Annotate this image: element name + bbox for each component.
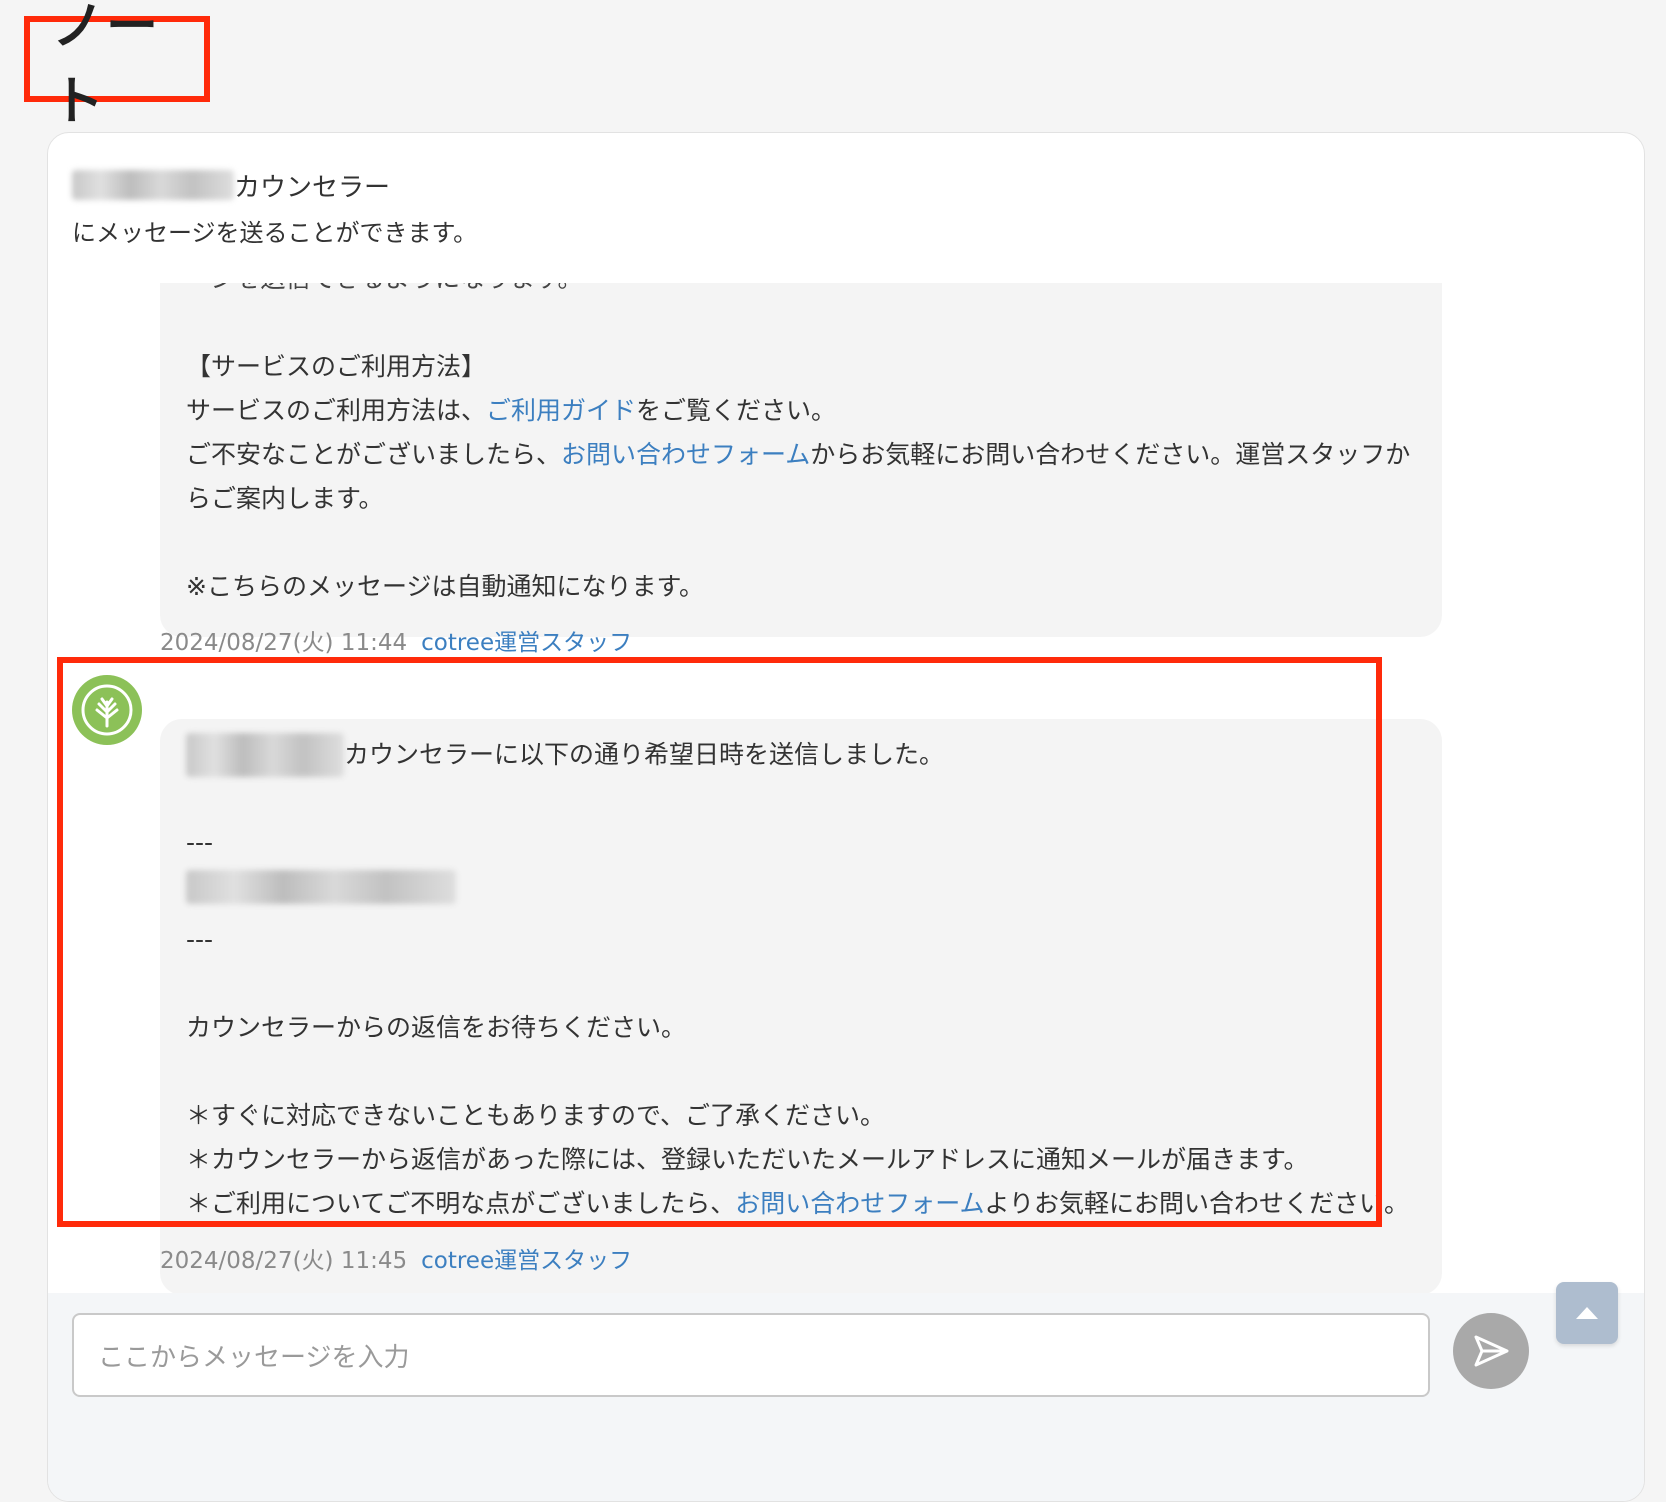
auto-notice: ※こちらのメッセージは自動通知になります。 bbox=[186, 572, 704, 601]
contact-form-link[interactable]: お問い合わせフォーム bbox=[735, 1189, 984, 1218]
header-subtitle: にメッセージを送ることができます。 bbox=[72, 219, 478, 247]
sender-link[interactable]: cotree運営スタッフ bbox=[421, 623, 632, 657]
message-line: ご不安なことがございましたら、お問い合わせフォームからお気軽にお問い合わせくださ… bbox=[186, 440, 1411, 513]
page-title: ノート bbox=[52, 0, 161, 132]
separator: --- bbox=[186, 925, 214, 954]
chat-card: カウンセラー にメッセージを送ることができます。 ージを送信できるようになります… bbox=[47, 132, 1645, 1502]
triangle-up-icon bbox=[1576, 1307, 1598, 1319]
note-line: ＊カウンセラーから返信があった際には、登録いただいたメールアドレスに通知メールが… bbox=[186, 1145, 1309, 1174]
message-bubble: ージを送信できるようになります。 【サービスのご利用方法】 サービスのご利用方法… bbox=[160, 283, 1442, 637]
note-line: ＊すぐに対応できないこともありますので、ご了承ください。 bbox=[186, 1101, 886, 1130]
redacted-name bbox=[72, 170, 234, 200]
note-line: ＊ご利用についてご不明な点がございましたら、お問い合わせフォームよりお気軽にお問… bbox=[186, 1189, 1410, 1218]
timestamp: 2024/08/27(火) 11:45 bbox=[160, 1248, 408, 1274]
send-button[interactable] bbox=[1453, 1313, 1529, 1389]
page: ノート カウンセラー にメッセージを送ることができます。 ージを送信できるように… bbox=[0, 0, 1666, 1502]
redacted-name bbox=[186, 733, 344, 777]
message-line: サービスのご利用方法は、ご利用ガイドをご覧ください。 bbox=[186, 396, 837, 425]
message-line: カウンセラーに以下の通り希望日時を送信しました。 bbox=[186, 733, 1416, 777]
scroll-top-button[interactable] bbox=[1556, 1282, 1618, 1344]
message-input-area: ここからメッセージを入力 bbox=[48, 1293, 1644, 1501]
timestamp: 2024/08/27(火) 11:44 bbox=[160, 630, 408, 656]
message-bubble: カウンセラーに以下の通り希望日時を送信しました。 --- --- カウンセラーか… bbox=[160, 719, 1442, 1295]
page-title-highlight: ノート bbox=[24, 0, 210, 132]
chat-header: カウンセラー にメッセージを送ることができます。 bbox=[72, 163, 477, 248]
separator: --- bbox=[186, 828, 214, 857]
wait-message: カウンセラーからの返信をお待ちください。 bbox=[186, 1013, 687, 1042]
counselor-name: カウンセラー bbox=[72, 163, 477, 207]
redacted-datetime bbox=[186, 865, 1416, 918]
tree-logo-icon bbox=[72, 675, 142, 745]
section-title: 【サービスのご利用方法】 bbox=[186, 352, 487, 381]
contact-form-link[interactable]: お問い合わせフォーム bbox=[561, 440, 810, 469]
usage-guide-link[interactable]: ご利用ガイド bbox=[486, 396, 636, 425]
message-meta: 2024/08/27(火) 11:45 cotree運営スタッフ bbox=[160, 1241, 632, 1275]
cut-off-line: ージを送信できるようになります。 bbox=[186, 283, 1416, 301]
sender-link[interactable]: cotree運営スタッフ bbox=[421, 1241, 632, 1275]
message-input[interactable]: ここからメッセージを入力 bbox=[72, 1313, 1430, 1397]
paper-plane-icon bbox=[1474, 1335, 1509, 1367]
message-meta: 2024/08/27(火) 11:44 cotree運営スタッフ bbox=[160, 623, 632, 657]
